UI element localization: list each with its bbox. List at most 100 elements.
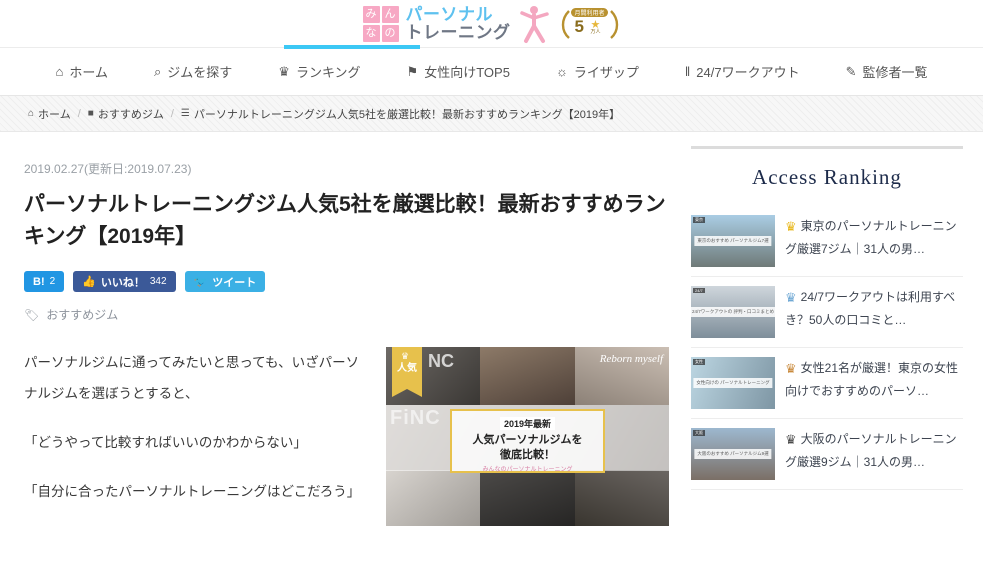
nav-label-search-gym: ジムを探す [167, 65, 233, 80]
home-icon: ⌂ [28, 108, 35, 119]
comment-icon: ☼ [555, 64, 568, 79]
list-item[interactable]: 24/7 24/7ワークアウトの 評判・口コミまとめ ♛ 24/7ワークアウトは利… [691, 277, 963, 348]
breadcrumb-separator-2: / [170, 107, 174, 120]
main-navigation: ⌂ ホーム ⌕ ジムを探す ♛ ランキング ⚑ 女性向けTOP5 ☼ ライザップ… [0, 48, 983, 96]
facebook-like-button[interactable]: 👍 いいね！ 342 [73, 271, 176, 292]
thumbs-up-icon: 👍 [82, 276, 96, 288]
share-buttons: B! 2 👍 いいね！ 342 🐦 ツイート [24, 271, 669, 292]
nav-item-ranking[interactable]: ♛ ランキング [255, 62, 383, 81]
breadcrumb-item-category[interactable]: ■ おすすめジム [88, 106, 164, 122]
home-icon: ⌂ [55, 64, 64, 79]
nav-label-women-top5: 女性向けTOP5 [424, 65, 510, 80]
flag-icon: ⚑ [406, 63, 419, 79]
crown-icon: ♛ [785, 361, 797, 376]
breadcrumb-item-home[interactable]: ⌂ ホーム [28, 106, 71, 122]
watermark-nc: NC [428, 351, 454, 371]
ranking-label-4: 大阪のパーソナルトレーニング厳選9ジム｜31人の男… [785, 432, 957, 469]
nav-item-247workout[interactable]: ‖ 24/7ワークアウト [662, 62, 823, 81]
crown-icon: ♛ [785, 290, 797, 305]
access-ranking-header: Access Ranking [691, 146, 963, 190]
thumb-caption-1: 東京のおすすめ パーソナルジム7選 [694, 236, 772, 246]
caption-brand: みんなのパーソナルトレーニング [482, 467, 573, 473]
image-caption-box: 2019年最新 人気パーソナルジムを 徹底比較！ みんなのパーソナルトレーニング [450, 409, 605, 473]
ranking-thumbnail-3: 女性 女性向けの パーソナルトレーニング [691, 357, 775, 409]
breadcrumb-label-home: ホーム [38, 108, 71, 121]
site-logo[interactable]: み ん な の パーソナル トレーニング 月間利用者 5 ★ 万人 [362, 4, 621, 44]
access-ranking-title: Access Ranking [752, 165, 902, 189]
article-hero-image: NC Reborn myself FiNC ♛ 人気 2019年最新 人気パーソ… [386, 347, 669, 526]
crown-icon: ♛ [785, 432, 797, 447]
breadcrumb-item-current: ☰ パーソナルトレーニングジム人気5社を厳選比較！最新おすすめランキング【201… [181, 106, 620, 122]
post-tag[interactable]: 🏷 おすすめジム [24, 306, 669, 323]
twitter-label: ツイート [212, 276, 257, 289]
search-icon: ⌕ [153, 63, 162, 79]
ranking-label-1: 東京のパーソナルトレーニング厳選7ジム｜31人の男… [785, 219, 957, 256]
dumbbell-icon: ‖ [684, 64, 691, 79]
logo-line-2: トレーニング [405, 22, 511, 42]
ranking-text-4: ♛ 大阪のパーソナルトレーニング厳選9ジム｜31人の男… [785, 428, 963, 480]
runner-figure-icon [517, 4, 551, 44]
thumb-caption-4: 大阪のおすすめ パーソナルジム9選 [694, 449, 772, 459]
post-date: 2019.02.27(更新日:2019.07.23) [24, 162, 192, 176]
nav-item-supervisors[interactable]: ✎ 監修者一覧 [823, 62, 951, 81]
nav-label-247workout: 24/7ワークアウト [696, 65, 800, 80]
ranking-text-1: ♛ 東京のパーソナルトレーニング厳選7ジム｜31人の男… [785, 215, 963, 267]
breadcrumb: ⌂ ホーム / ■ おすすめジム / ☰ パーソナルトレーニングジム人気5社を厳… [0, 96, 983, 132]
nav-item-rizap[interactable]: ☼ ライザップ [533, 62, 662, 81]
nav-label-ranking: ランキング [295, 65, 361, 80]
tag-label: おすすめジム [46, 308, 119, 322]
nav-label-supervisors: 監修者一覧 [862, 65, 928, 80]
page-root: み ん な の パーソナル トレーニング 月間利用者 5 ★ 万人 ⌂ ホーム … [0, 0, 983, 587]
logo-kana-4: の [381, 24, 399, 42]
caption-year: 2019年最新 [499, 417, 556, 430]
page-title: パーソナルトレーニングジム人気5社を厳選比較！最新おすすめランキング【2019年… [24, 193, 666, 248]
thumb-label-2: 24/7 [693, 288, 705, 293]
logo-kana-blocks: み ん な の [362, 5, 399, 42]
breadcrumb-label-category: おすすめジム [97, 108, 164, 121]
logo-wordmark: パーソナル トレーニング [405, 5, 511, 42]
thumb-caption-3: 女性向けの パーソナルトレーニング [693, 378, 773, 388]
crown-icon: ♛ [278, 63, 290, 79]
hatena-count: 2 [49, 276, 56, 287]
collage-cell-2 [480, 347, 575, 405]
header-accent-bar [284, 45, 420, 49]
twitter-share-button[interactable]: 🐦 ツイート [184, 271, 266, 292]
article-body-wrap: パーソナルジムに通ってみたいと思っても、いざパーソナルジムを選ぼうとすると、 「… [24, 347, 669, 526]
ranking-thumbnail-1: 東京 東京のおすすめ パーソナルジム7選 [691, 215, 775, 267]
article-body: パーソナルジムに通ってみたいと思っても、いざパーソナルジムを選ぼうとすると、 「… [24, 347, 370, 526]
ranking-label-3: 女性21名が厳選！東京の女性向けでおすすめのパーソ… [785, 361, 959, 398]
usage-badge: 月間利用者 5 ★ 万人 [559, 5, 621, 43]
watermark-finc: FiNC [390, 407, 441, 429]
ranking-text-3: ♛ 女性21名が厳選！東京の女性向けでおすすめのパーソ… [785, 357, 963, 409]
logo-kana-3: な [362, 24, 380, 42]
hatena-share-button[interactable]: B! 2 [24, 271, 65, 292]
watermark-reborn: Reborn myself [599, 353, 663, 365]
badge-number: 5 [574, 16, 584, 36]
site-header: み ん な の パーソナル トレーニング 月間利用者 5 ★ 万人 [0, 0, 983, 49]
ranking-thumbnail-2: 24/7 24/7ワークアウトの 評判・口コミまとめ [691, 286, 775, 338]
twitter-bird-icon: 🐦 [193, 276, 208, 288]
ranking-thumbnail-4: 大阪 大阪のおすすめ パーソナルジム9選 [691, 428, 775, 480]
list-item[interactable]: 東京 東京のおすすめ パーソナルジム7選 ♛ 東京のパーソナルトレーニング厳選7ジ… [691, 206, 963, 277]
breadcrumb-separator: / [77, 107, 81, 120]
nav-item-women-top5[interactable]: ⚑ 女性向けTOP5 [384, 62, 533, 81]
facebook-label: いいね！ [100, 276, 145, 289]
logo-kana-1: み [362, 5, 380, 23]
hatena-label: B! [33, 275, 45, 288]
list-item[interactable]: 大阪 大阪のおすすめ パーソナルジム9選 ♛ 大阪のパーソナルトレーニング厳選9ジ… [691, 419, 963, 490]
thumb-label-1: 東京 [693, 217, 705, 223]
logo-kana-2: ん [381, 5, 399, 23]
article-main: 2019.02.27(更新日:2019.07.23) パーソナルトレーニングジム… [24, 132, 669, 586]
content-area: 2019.02.27(更新日:2019.07.23) パーソナルトレーニングジム… [0, 132, 983, 586]
breadcrumb-label-current: パーソナルトレーニングジム人気5社を厳選比較！最新おすすめランキング【2019年… [193, 108, 621, 121]
collage-cell-7 [574, 470, 669, 526]
nav-item-search-gym[interactable]: ⌕ ジムを探す [131, 62, 255, 81]
nav-label-home: ホーム [69, 65, 108, 80]
sidebar: Access Ranking 東京 東京のおすすめ パーソナルジム7選 ♛ 東京の… [691, 132, 963, 586]
thumb-caption-2: 24/7ワークアウトの 評判・口コミまとめ [691, 307, 775, 317]
nav-item-home[interactable]: ⌂ ホーム [33, 62, 131, 81]
crown-icon: ♛ [400, 351, 410, 361]
collage-cell-6 [480, 470, 575, 526]
paragraph-2: 「どうやって比較すればいいのかわからない」 [24, 435, 307, 450]
list-item[interactable]: 女性 女性向けの パーソナルトレーニング ♛ 女性21名が厳選！東京の女性向けでお… [691, 348, 963, 419]
